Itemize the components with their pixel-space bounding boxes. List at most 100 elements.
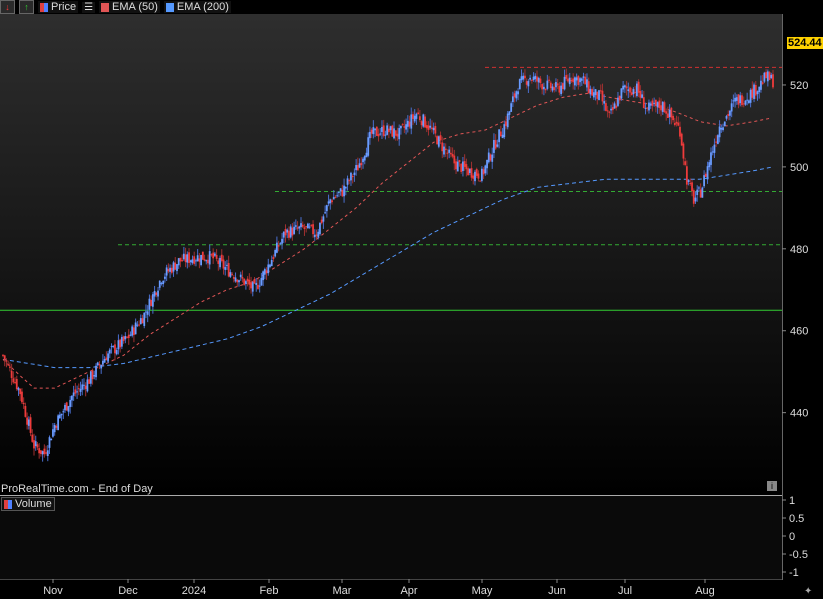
candle-body[interactable] — [451, 153, 454, 157]
legend-settings[interactable]: ☰ — [82, 1, 96, 13]
candle-body[interactable] — [74, 389, 77, 394]
candle-body[interactable] — [241, 276, 244, 279]
candle-body[interactable] — [754, 85, 757, 96]
candle-body[interactable] — [629, 87, 631, 93]
candle-body[interactable] — [325, 205, 328, 212]
candle-body[interactable] — [151, 294, 154, 307]
candle-body[interactable] — [663, 102, 666, 113]
candle-body[interactable] — [243, 278, 246, 285]
candle-body[interactable] — [577, 75, 580, 85]
candle-body[interactable] — [367, 137, 370, 156]
candle-body[interactable] — [701, 187, 704, 198]
candle-body[interactable] — [324, 212, 327, 214]
candle-body[interactable] — [43, 448, 46, 455]
candle-body[interactable] — [201, 251, 204, 260]
candle-body[interactable] — [115, 350, 118, 355]
candle-body[interactable] — [598, 90, 600, 100]
candle-body[interactable] — [3, 355, 6, 360]
candle-body[interactable] — [217, 260, 220, 264]
candle-body[interactable] — [603, 101, 606, 104]
candle-body[interactable] — [613, 103, 616, 109]
candle-body[interactable] — [344, 186, 347, 189]
candle-body[interactable] — [462, 161, 464, 171]
candle-body[interactable] — [439, 135, 442, 141]
candle-body[interactable] — [729, 110, 731, 116]
candle-body[interactable] — [734, 97, 737, 102]
candle-body[interactable] — [537, 77, 540, 83]
candle-body[interactable] — [661, 101, 664, 112]
legend-ema50[interactable]: EMA (50) — [99, 1, 160, 13]
candle-body[interactable] — [708, 162, 711, 168]
candle-body[interactable] — [179, 257, 182, 262]
candle-body[interactable] — [401, 124, 404, 126]
candle-body[interactable] — [79, 388, 82, 392]
candle-body[interactable] — [33, 440, 35, 449]
candle-body[interactable] — [219, 257, 221, 268]
candle-body[interactable] — [108, 349, 111, 354]
candle-body[interactable] — [227, 263, 230, 277]
candle-body[interactable] — [303, 227, 306, 229]
candle-body[interactable] — [5, 360, 8, 362]
candle-body[interactable] — [350, 172, 352, 181]
candle-body[interactable] — [687, 180, 690, 182]
candle-body[interactable] — [58, 414, 61, 419]
candle-body[interactable] — [133, 327, 135, 335]
candle-body[interactable] — [346, 178, 349, 185]
candle-body[interactable] — [260, 277, 263, 286]
candle-body[interactable] — [141, 318, 144, 324]
candle-body[interactable] — [375, 126, 378, 136]
candle-body[interactable] — [131, 326, 134, 336]
candle-body[interactable] — [632, 89, 635, 95]
candle-body[interactable] — [393, 128, 395, 139]
candle-body[interactable] — [704, 173, 707, 177]
candle-body[interactable] — [627, 89, 630, 92]
candle-body[interactable] — [64, 404, 66, 411]
candle-body[interactable] — [224, 267, 227, 270]
candle-body[interactable] — [460, 163, 463, 172]
candle-body[interactable] — [711, 151, 714, 153]
candle-body[interactable] — [238, 280, 240, 283]
candle-body[interactable] — [370, 129, 373, 134]
candle-body[interactable] — [739, 95, 742, 104]
candle-body[interactable] — [372, 127, 375, 135]
candle-body[interactable] — [195, 260, 197, 262]
candle-body[interactable] — [668, 109, 671, 117]
candle-body[interactable] — [265, 270, 268, 274]
candle-body[interactable] — [455, 161, 457, 170]
candle-body[interactable] — [763, 72, 766, 82]
info-icon[interactable]: i — [767, 481, 777, 491]
candle-body[interactable] — [336, 195, 339, 197]
candle-body[interactable] — [420, 121, 423, 126]
candle-body[interactable] — [317, 231, 320, 238]
candle-body[interactable] — [231, 273, 234, 275]
candle-body[interactable] — [93, 375, 96, 377]
candle-body[interactable] — [727, 114, 730, 116]
candle-body[interactable] — [730, 103, 733, 112]
candle-body[interactable] — [496, 144, 499, 147]
candle-body[interactable] — [52, 429, 54, 437]
candle-body[interactable] — [398, 128, 401, 140]
candle-body[interactable] — [387, 128, 390, 133]
candle-body[interactable] — [198, 258, 201, 262]
candle-body[interactable] — [601, 90, 604, 102]
candle-body[interactable] — [46, 450, 49, 457]
candle-body[interactable] — [553, 87, 556, 91]
candle-body[interactable] — [434, 125, 437, 134]
candle-body[interactable] — [735, 97, 738, 101]
candle-body[interactable] — [684, 161, 687, 165]
candle-body[interactable] — [170, 267, 173, 273]
candle-body[interactable] — [765, 72, 768, 79]
candle-body[interactable] — [532, 76, 535, 80]
candle-body[interactable] — [458, 160, 461, 162]
candle-body[interactable] — [286, 229, 289, 233]
candle-body[interactable] — [615, 105, 618, 108]
candle-body[interactable] — [339, 188, 342, 192]
candle-body[interactable] — [556, 83, 559, 86]
candle-body[interactable] — [758, 86, 761, 93]
candle-body[interactable] — [334, 196, 337, 198]
candle-body[interactable] — [158, 280, 161, 288]
candle-body[interactable] — [692, 190, 695, 204]
candle-body[interactable] — [760, 80, 762, 90]
candle-body[interactable] — [756, 91, 759, 95]
candle-body[interactable] — [449, 152, 452, 155]
